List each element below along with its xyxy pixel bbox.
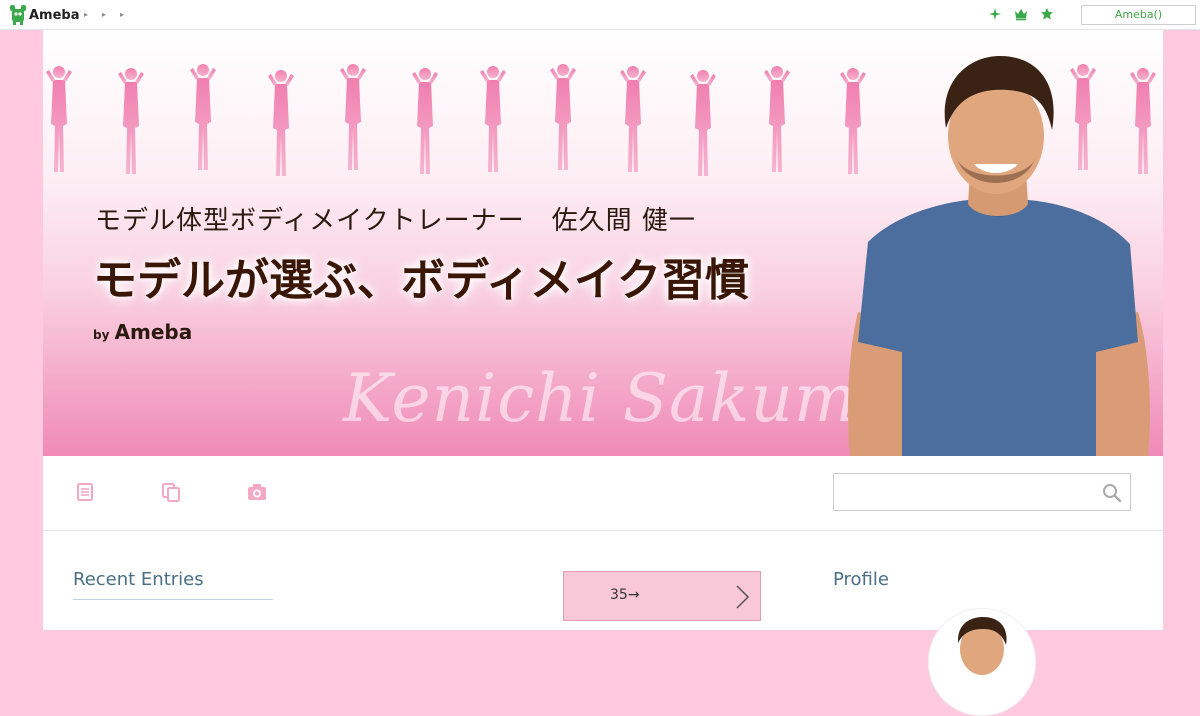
by-ameba-label: by Ameba — [93, 320, 192, 344]
ameba-mascot-icon — [10, 5, 26, 25]
star-icon[interactable] — [1040, 7, 1054, 21]
chevron-right-icon — [736, 585, 750, 609]
recent-entries-heading: Recent Entries — [73, 569, 204, 590]
logo-text: Ameba — [29, 7, 80, 23]
breadcrumb: ▸ ▸ ▸ — [84, 9, 124, 21]
profile-photo — [957, 617, 1007, 675]
ameba-logo[interactable]: Ameba — [10, 5, 80, 25]
banner-subtitle: モデル体型ボディメイクトレーナー 佐久間 健一 — [95, 206, 696, 236]
ameba-brand-label: Ameba — [114, 320, 193, 344]
by-label: by — [93, 328, 110, 342]
avatar[interactable] — [928, 608, 1036, 716]
breadcrumb-arrow-icon[interactable]: ▸ — [102, 9, 106, 21]
blog-nav-row — [43, 456, 1163, 531]
copy-icon[interactable] — [160, 481, 182, 503]
blog-title: モデルが選ぶ、ボディメイク習慣 — [93, 255, 750, 306]
blog-search-box — [833, 473, 1131, 511]
trainer-photo — [848, 56, 1150, 456]
camera-icon[interactable] — [246, 481, 268, 503]
breadcrumb-arrow-icon[interactable]: ▸ — [120, 9, 124, 21]
search-input[interactable] — [842, 474, 1096, 510]
blog-main: モデル体型ボディメイクトレーナー 佐久間 健一 モデルが選ぶ、ボディメイク習慣 … — [43, 30, 1163, 630]
signature-text: Kenichi Sakuma — [343, 360, 898, 437]
pager-label: 35→ — [610, 587, 640, 603]
search-icon[interactable] — [1102, 483, 1122, 503]
breadcrumb-arrow-icon[interactable]: ▸ — [84, 9, 88, 21]
global-header: Ameba ▸ ▸ ▸ Ameba() — [0, 0, 1200, 30]
heading-divider — [73, 599, 273, 600]
blog-header-banner[interactable]: モデル体型ボディメイクトレーナー 佐久間 健一 モデルが選ぶ、ボディメイク習慣 … — [43, 30, 1163, 456]
pager-next-button[interactable]: 35→ — [563, 571, 761, 621]
ameba-account-button[interactable]: Ameba() — [1081, 5, 1196, 25]
sparkle-icon[interactable] — [988, 7, 1002, 21]
profile-heading: Profile — [833, 569, 889, 590]
top-icon-group — [988, 7, 1054, 21]
crown-icon[interactable] — [1014, 7, 1028, 21]
entry-list-icon[interactable] — [74, 481, 96, 503]
